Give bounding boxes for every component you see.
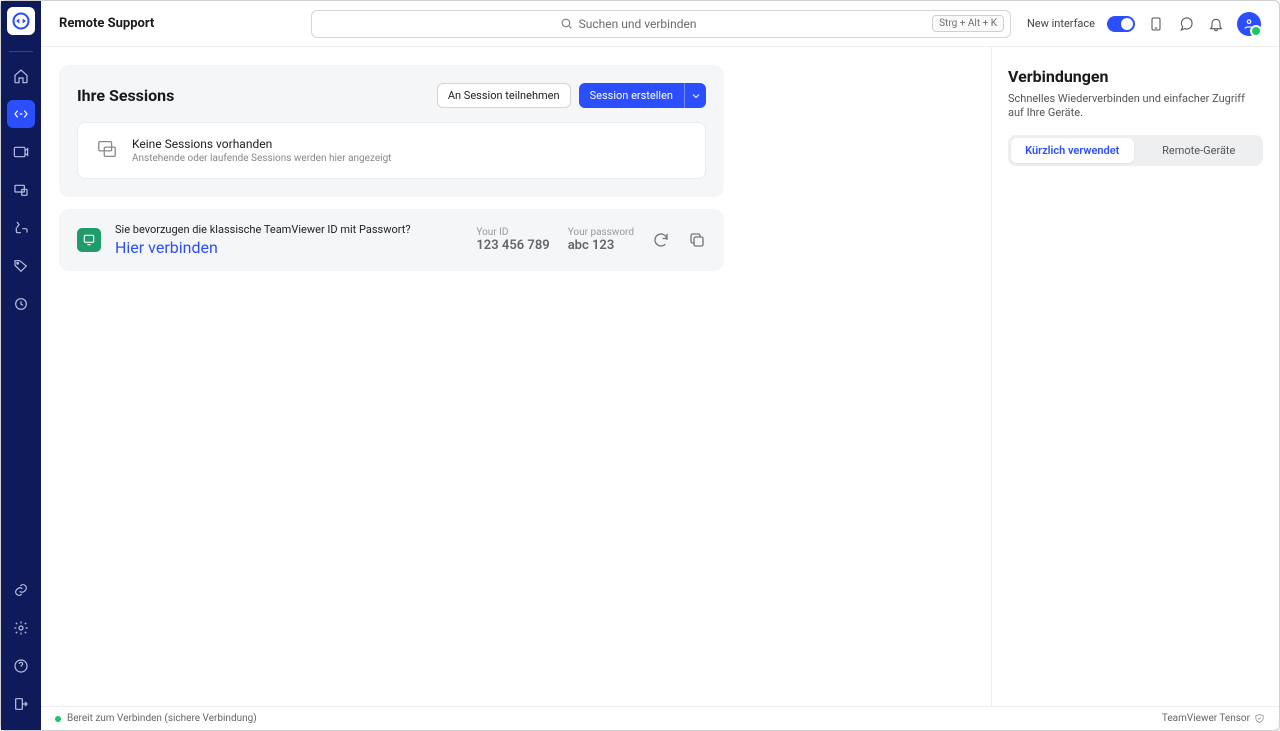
status-bar: Bereit zum Verbinden (sichere Verbindung…: [41, 706, 1279, 730]
sidebar-item-exit[interactable]: [7, 690, 35, 718]
sidebar-divider: [9, 51, 33, 52]
connections-title: Verbindungen: [1008, 67, 1263, 86]
create-session-split: Session erstellen: [579, 83, 706, 108]
main: Remote Support Suchen und verbinden Strg…: [41, 1, 1279, 730]
sidebar-item-remote-support[interactable]: [7, 100, 35, 128]
status-dot-icon: [55, 716, 61, 722]
sidebar-item-tags[interactable]: [7, 252, 35, 280]
refresh-password-icon[interactable]: [652, 231, 670, 249]
sessions-empty-sub: Anstehende oder laufende Sessions werden…: [132, 153, 391, 164]
sidebar-item-home[interactable]: [7, 62, 35, 90]
product-label: TeamViewer Tensor: [1162, 713, 1250, 724]
classic-id-link[interactable]: Hier verbinden: [115, 238, 411, 257]
classic-id-text: Sie bevorzugen die klassische TeamViewer…: [115, 223, 411, 236]
topbar: Remote Support Suchen und verbinden Strg…: [41, 1, 1279, 47]
page-title: Remote Support: [59, 16, 279, 31]
user-avatar[interactable]: [1237, 12, 1261, 36]
create-session-dropdown[interactable]: [684, 83, 706, 108]
status-text: Bereit zum Verbinden (sichere Verbindung…: [67, 713, 257, 724]
new-interface-label: New interface: [1027, 17, 1095, 30]
your-password-label: Your password: [568, 227, 634, 238]
your-id-value: 123 456 789: [476, 238, 549, 253]
content: Ihre Sessions An Session teilnehmen Sess…: [41, 47, 991, 706]
sessions-empty-icon: [96, 138, 118, 164]
search-shortcut: Strg + Alt + K: [932, 15, 1004, 32]
body: Ihre Sessions An Session teilnehmen Sess…: [41, 47, 1279, 706]
classic-id-card: Sie bevorzugen die klassische TeamViewer…: [59, 209, 724, 271]
sidebar-item-help[interactable]: [7, 652, 35, 680]
create-session-button[interactable]: Session erstellen: [579, 83, 684, 108]
sessions-title: Ihre Sessions: [77, 86, 174, 105]
bell-icon[interactable]: [1207, 15, 1225, 33]
new-interface-toggle[interactable]: [1107, 16, 1135, 32]
search-icon: [560, 17, 573, 30]
chat-icon[interactable]: [1177, 15, 1195, 33]
connections-panel: Verbindungen Schnelles Wiederverbinden u…: [991, 47, 1279, 706]
classic-id-icon: [77, 228, 101, 252]
shield-check-icon: [1254, 713, 1265, 724]
your-password-value: abc 123: [568, 238, 634, 253]
sidebar-item-link[interactable]: [7, 576, 35, 604]
sidebar-item-devices[interactable]: [7, 176, 35, 204]
sidebar-item-workflows[interactable]: [7, 214, 35, 242]
copy-icon[interactable]: [688, 231, 706, 249]
app-logo: [7, 7, 35, 35]
sessions-empty: Keine Sessions vorhanden Anstehende oder…: [77, 122, 706, 179]
connections-tabs: Kürzlich verwendet Remote-Geräte: [1008, 135, 1263, 166]
tab-recent[interactable]: Kürzlich verwendet: [1011, 138, 1134, 163]
search-placeholder: Suchen und verbinden: [579, 17, 697, 31]
sessions-card: Ihre Sessions An Session teilnehmen Sess…: [59, 65, 724, 197]
device-icon[interactable]: [1147, 15, 1165, 33]
join-session-button[interactable]: An Session teilnehmen: [437, 83, 571, 108]
sessions-empty-title: Keine Sessions vorhanden: [132, 137, 391, 151]
your-id-label: Your ID: [476, 227, 549, 238]
tab-remote-devices[interactable]: Remote-Geräte: [1138, 138, 1261, 163]
sidebar-item-meeting[interactable]: [7, 138, 35, 166]
search-field[interactable]: Suchen und verbinden Strg + Alt + K: [311, 10, 1011, 38]
sidebar-item-settings[interactable]: [7, 614, 35, 642]
connections-subtitle: Schnelles Wiederverbinden und einfacher …: [1008, 92, 1263, 121]
sidebar-item-clock[interactable]: [7, 290, 35, 318]
sidebar: [1, 1, 41, 730]
